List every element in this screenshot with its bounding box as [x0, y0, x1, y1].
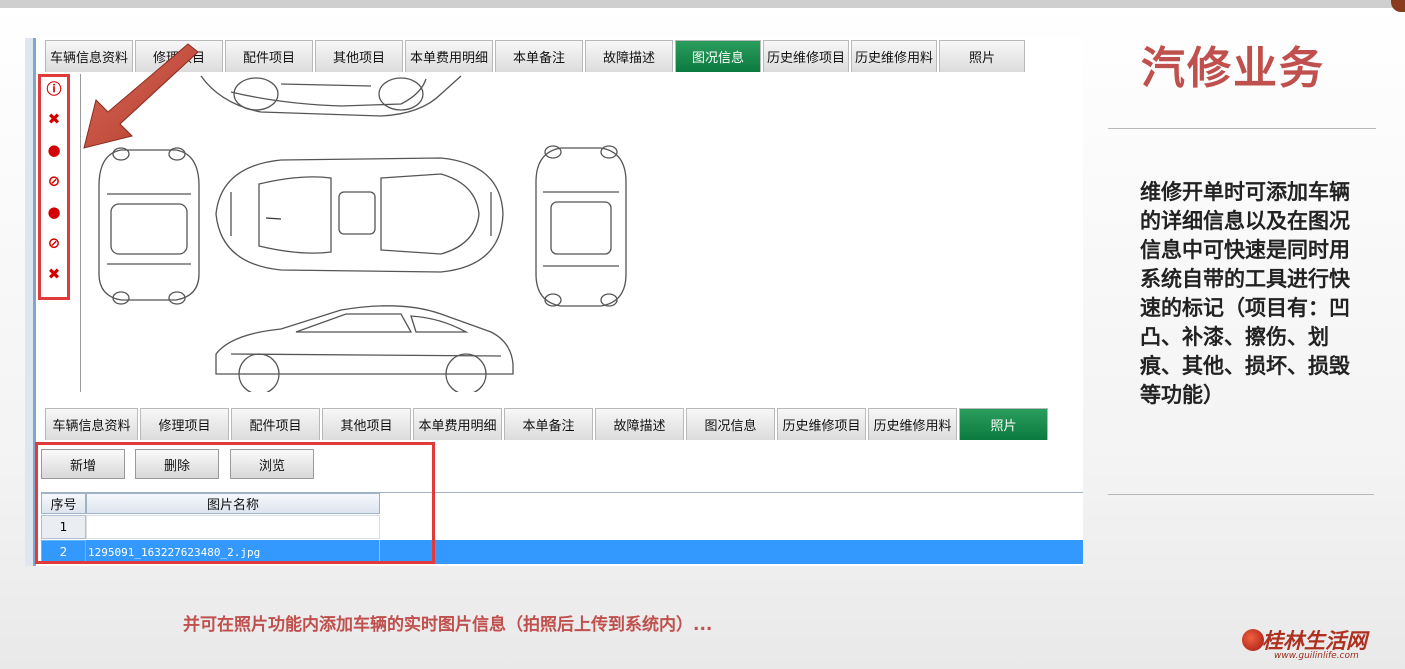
mark-tools-highlight: ⓘ ✖ ● ⊘ ● ⊘ ✖: [38, 74, 70, 300]
slide-title: 汽修业务: [1141, 43, 1325, 94]
footer-caption: 并可在照片功能内添加车辆的实时图片信息（拍照后上传到系统内）...: [183, 615, 713, 635]
top-strip: [0, 0, 1405, 8]
site-logo: 桂林生活网 www.guilinlife.com: [1240, 625, 1400, 665]
dot-icon[interactable]: ●: [46, 203, 62, 221]
info-icon[interactable]: ⓘ: [46, 80, 62, 98]
tab-2[interactable]: 修理项目: [140, 408, 229, 440]
corner-decoration: [1391, 0, 1405, 12]
tab-3[interactable]: 配件项目: [231, 408, 320, 440]
tools-icon[interactable]: ✖: [46, 265, 62, 283]
tab-3[interactable]: 配件项目: [225, 40, 313, 72]
tab-8[interactable]: 图况信息: [686, 408, 775, 440]
tab-7[interactable]: 故障描述: [595, 408, 684, 440]
tab-10[interactable]: 历史维修用料: [851, 40, 937, 72]
no-icon[interactable]: ⊘: [46, 172, 62, 190]
tab-6[interactable]: 本单备注: [504, 408, 593, 440]
photo-panel-highlight: [35, 442, 435, 564]
tab-4[interactable]: 其他项目: [322, 408, 411, 440]
car-diagram-canvas[interactable]: [80, 74, 1071, 395]
dot-icon[interactable]: ●: [46, 141, 62, 159]
tab-11[interactable]: 照片: [939, 40, 1025, 72]
divider-top: [1108, 128, 1376, 129]
tab-5[interactable]: 本单费用明细: [405, 40, 493, 72]
tools-icon[interactable]: ✖: [46, 110, 62, 128]
tab-11[interactable]: 照片: [959, 408, 1048, 440]
tab-4[interactable]: 其他项目: [315, 40, 403, 72]
no-icon[interactable]: ⊘: [46, 234, 62, 252]
tab-6[interactable]: 本单备注: [495, 40, 583, 72]
logo-url: www.guilinlife.com: [1274, 651, 1359, 661]
tab-9[interactable]: 历史维修项目: [763, 40, 849, 72]
car-diagram: [98, 75, 627, 395]
arrow-shape: [83, 43, 199, 149]
slide-description: 维修开单时可添加车辆的详细信息以及在图况信息中可快速是同时用系统自带的工具进行快…: [1140, 180, 1350, 407]
logo-mark-icon: [1242, 629, 1264, 651]
tab-1[interactable]: 车辆信息资料: [45, 408, 138, 440]
tab-8[interactable]: 图况信息: [675, 40, 761, 72]
divider-bottom: [1108, 494, 1374, 495]
tab-5[interactable]: 本单费用明细: [413, 408, 502, 440]
bottom-tab-bar: 车辆信息资料 修理项目 配件项目 其他项目 本单费用明细 本单备注 故障描述 图况信息 历史维修…: [45, 408, 1050, 440]
tab-9[interactable]: 历史维修项目: [777, 408, 866, 440]
annotation-arrow: [83, 43, 199, 149]
tab-7[interactable]: 故障描述: [585, 40, 673, 72]
tab-10[interactable]: 历史维修用料: [868, 408, 957, 440]
